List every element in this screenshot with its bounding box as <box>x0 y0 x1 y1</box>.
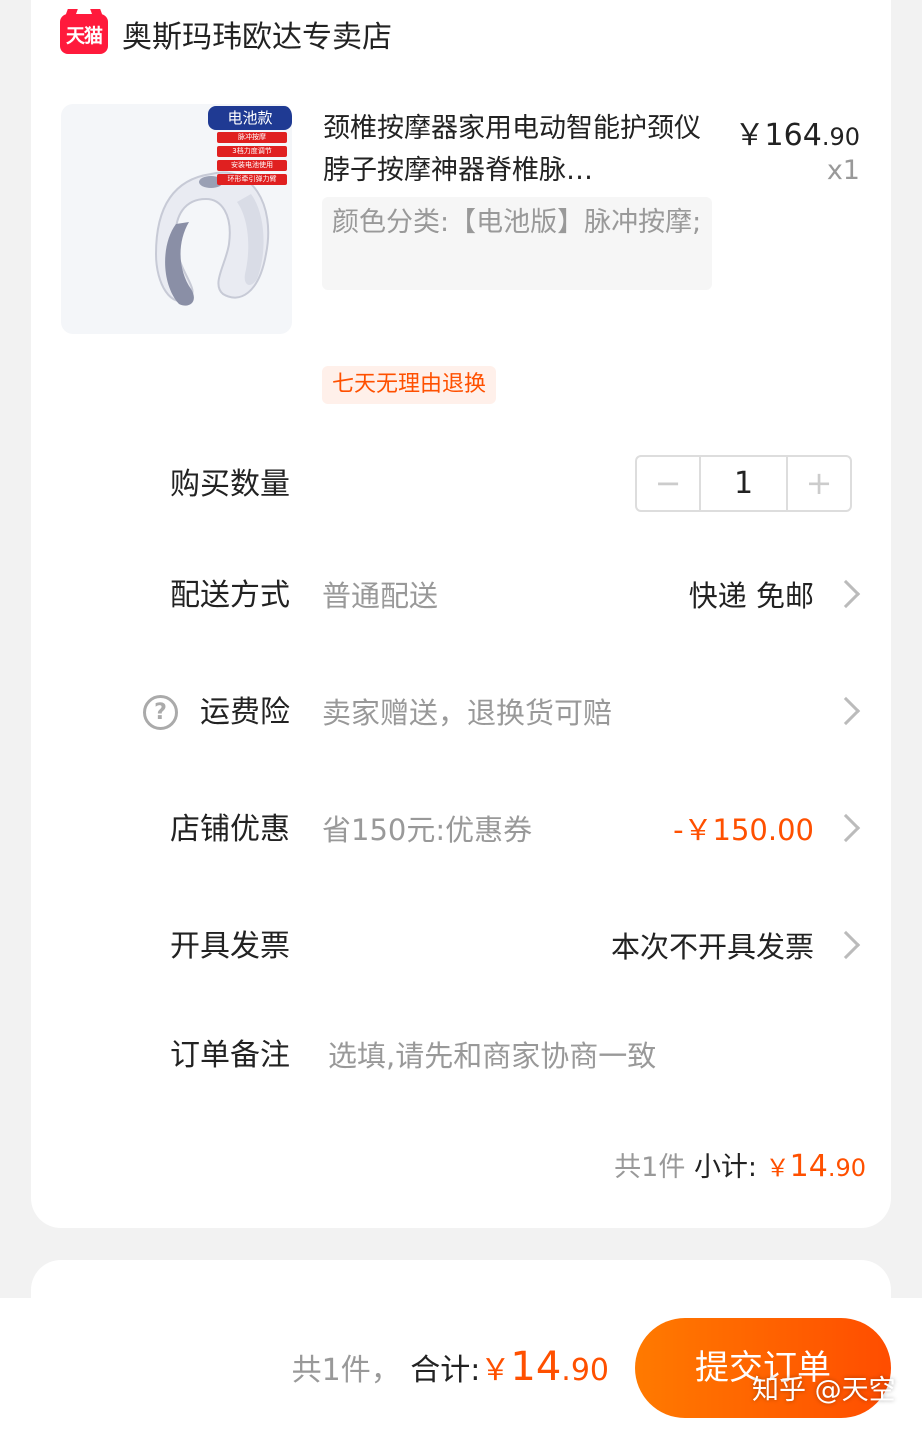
image-feature: 脉冲按摩 <box>217 132 287 143</box>
invoice-label: 开具发票 <box>170 929 290 964</box>
watermark: 知乎 @天空 <box>752 1375 896 1406</box>
return-policy-badge: 七天无理由退换 <box>322 366 497 404</box>
invoice-row[interactable]: 开具发票 本次不开具发票 <box>0 917 922 977</box>
product-price: ￥164.90 <box>735 110 860 154</box>
shop-name[interactable]: 奥斯玛玮欧达专卖店 <box>122 12 392 56</box>
subtotal-currency: ￥ <box>765 1154 790 1182</box>
product-title[interactable]: 颈椎按摩器家用电动智能护颈仪脖子按摩神器脊椎脉… <box>323 108 703 192</box>
order-note-row: 订单备注 选填,请先和商家协商一致 <box>0 1026 922 1086</box>
quantity-stepper[interactable]: − 1 + <box>635 455 852 512</box>
insurance-desc: 卖家赠送，退换货可赔 <box>322 696 613 730</box>
note-label: 订单备注 <box>170 1038 290 1073</box>
question-icon[interactable]: ? <box>143 695 178 730</box>
shop-header[interactable]: 天猫 奥斯玛玮欧达专卖店 <box>60 12 392 56</box>
tmall-logo-text: 天猫 <box>65 24 103 47</box>
delivery-label: 配送方式 <box>170 578 290 613</box>
subtotal-count: 共1件 <box>614 1152 686 1183</box>
price-main: ￥164 <box>734 118 822 153</box>
subtotal-decimal: .90 <box>827 1154 866 1182</box>
image-feature: 3档力度调节 <box>217 146 287 157</box>
image-feature: 环形牵引弹力臂 <box>217 174 287 185</box>
image-feature: 安装电池使用 <box>217 160 287 171</box>
chevron-right-icon <box>831 696 861 726</box>
product-spec[interactable]: 颜色分类:【电池版】脉冲按摩; <box>322 197 712 290</box>
subtotal-amount: ￥14.90 <box>766 1149 866 1184</box>
decrement-button[interactable]: − <box>637 457 699 510</box>
insurance-label: 运费险 <box>200 695 290 730</box>
store-coupon-row[interactable]: 店铺优惠 省150元:优惠券 -￥150.00 <box>0 800 922 860</box>
chevron-right-icon <box>831 579 861 609</box>
total-count: 共1件， <box>291 1353 401 1388</box>
checkout-bar: 共1件， 合计:￥14.90 提交订单 知乎 @天空 <box>0 1298 922 1436</box>
chevron-right-icon <box>831 930 861 960</box>
product-image-tag: 电池款 <box>208 106 292 130</box>
subtotal-main: 14 <box>789 1149 828 1184</box>
total-label: 合计: <box>410 1353 481 1388</box>
product-image[interactable]: 电池款 脉冲按摩 3档力度调节 安装电池使用 环形牵引弹力臂 <box>61 104 292 334</box>
delivery-value: 快递 免邮 <box>688 579 814 613</box>
shipping-insurance-row[interactable]: ? 运费险 卖家赠送，退换货可赔 <box>0 683 922 743</box>
invoice-value: 本次不开具发票 <box>610 930 814 964</box>
chevron-right-icon <box>831 813 861 843</box>
coupon-label: 店铺优惠 <box>170 812 290 847</box>
delivery-row[interactable]: 配送方式 普通配送 快递 免邮 <box>0 566 922 626</box>
product-image-features: 脉冲按摩 3档力度调节 安装电池使用 环形牵引弹力臂 <box>217 132 287 188</box>
increment-button[interactable]: + <box>788 457 850 510</box>
price-decimal: .90 <box>821 123 860 151</box>
quantity-input[interactable]: 1 <box>699 457 788 510</box>
total-currency: ￥ <box>480 1353 511 1388</box>
total: 共1件， 合计:￥14.90 <box>292 1344 609 1390</box>
quantity-label: 购买数量 <box>170 467 290 502</box>
subtotal: 共1件 小计: ￥14.90 <box>614 1145 866 1184</box>
tmall-logo-icon: 天猫 <box>60 14 108 54</box>
delivery-desc: 普通配送 <box>322 579 439 613</box>
total-main: 14 <box>510 1344 562 1390</box>
total-decimal: .90 <box>561 1353 609 1388</box>
subtotal-label: 小计: <box>693 1152 758 1183</box>
coupon-desc: 省150元:优惠券 <box>322 813 533 847</box>
note-input[interactable]: 选填,请先和商家协商一致 <box>328 1026 656 1086</box>
coupon-value: -￥150.00 <box>673 813 814 847</box>
total-amount: ￥14.90 <box>480 1344 609 1390</box>
product-quantity: x1 <box>826 155 860 186</box>
